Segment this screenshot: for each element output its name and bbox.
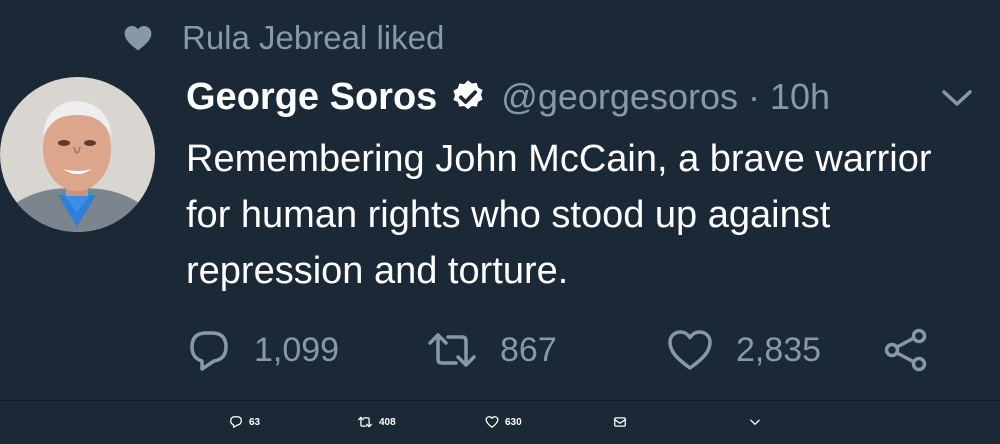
share-button[interactable]	[882, 327, 930, 373]
mini-reply-button[interactable]: 63	[229, 415, 260, 429]
reply-icon	[230, 416, 242, 428]
like-button[interactable]: 2,835	[666, 327, 882, 373]
tweet-text: Remembering John McCain, a brave warrior…	[186, 138, 932, 292]
tweet-card: Rula Jebreal liked George Soros @georges…	[0, 0, 1000, 444]
share-icon	[884, 328, 927, 372]
reply-icon	[190, 331, 228, 371]
retweet-count: 867	[500, 330, 557, 369]
avatar-image	[0, 77, 155, 232]
avatar[interactable]	[0, 77, 155, 232]
retweet-icon	[357, 416, 373, 428]
mini-like-count: 630	[505, 416, 522, 428]
reply-button[interactable]: 1,099	[186, 327, 426, 373]
mini-like-button[interactable]: 630	[485, 415, 522, 429]
heart-icon	[124, 26, 152, 51]
timestamp[interactable]: 10h	[770, 74, 830, 120]
like-icon	[485, 416, 499, 428]
display-name[interactable]: George Soros	[186, 74, 437, 120]
verified-badge-icon	[453, 80, 483, 110]
reply-count: 1,099	[254, 330, 340, 369]
retweet-icon	[428, 333, 476, 367]
divider	[0, 400, 1000, 401]
mini-retweet-count: 408	[379, 416, 396, 428]
retweet-button[interactable]: 867	[426, 327, 666, 373]
like-count: 2,835	[736, 330, 822, 369]
mini-reply-count: 63	[249, 416, 261, 428]
liked-by-label[interactable]: Rula Jebreal liked	[182, 18, 444, 58]
user-handle[interactable]: @georgesoros	[501, 74, 738, 120]
mini-message-button[interactable]	[613, 415, 633, 429]
tweet-actions: 1,099 867 2,835	[186, 325, 930, 375]
social-context: Rula Jebreal liked	[122, 16, 444, 60]
separator-dot: ·	[747, 76, 760, 117]
mail-icon	[614, 417, 626, 427]
tweet-header: George Soros @georgesoros · 10h	[186, 70, 830, 124]
like-icon	[668, 330, 712, 370]
chevron-down-icon	[750, 419, 760, 425]
mini-more-button[interactable]	[748, 415, 768, 429]
mini-retweet-button[interactable]: 408	[357, 415, 396, 429]
bottom-action-bar: 63 408 630	[0, 404, 1000, 444]
chevron-down-icon[interactable]	[938, 83, 976, 113]
